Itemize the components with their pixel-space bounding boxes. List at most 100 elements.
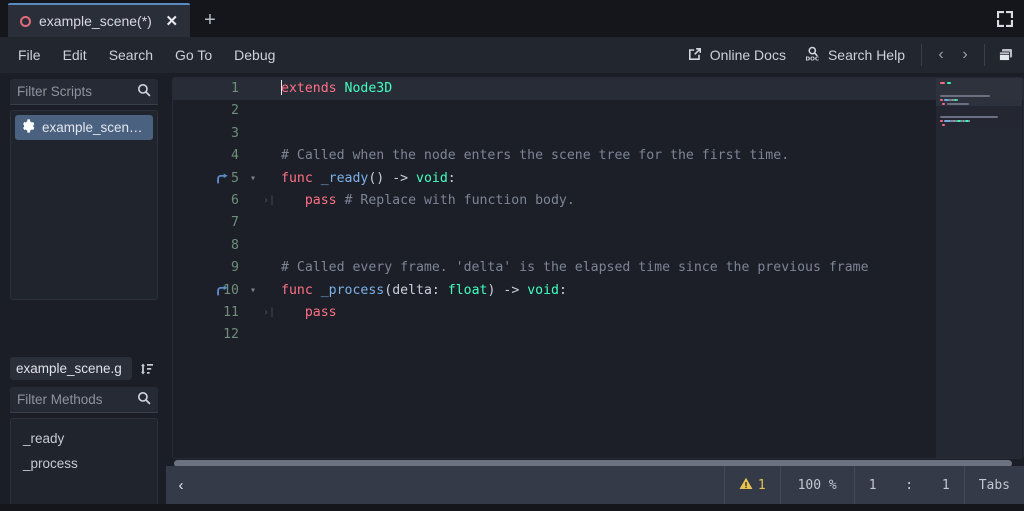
search-icon [137,83,151,100]
new-tab-button[interactable]: + [198,8,222,32]
minimap-token [940,82,945,84]
code-token: _process [321,283,385,298]
code-line[interactable]: 6›| pass # Replace with function body. [173,190,1023,212]
code-editor[interactable]: 1extends Node3D234 # Called when the node… [172,77,1024,459]
fullscreen-expand-icon[interactable] [994,8,1016,30]
minimap-token [944,120,950,122]
code-token: delta [392,283,432,298]
status-bar: ‹ 1 100 % 1 : 1 Tabs [166,466,1024,504]
line-number: 2 [173,100,245,122]
bottom-edge-strip [0,504,1024,511]
line-number: 4 [173,145,245,167]
caret-line: 1 [869,478,877,493]
line-number: 11 [173,302,245,324]
code-token: # Called when the node enters the scene … [281,148,789,163]
script-tab-example-scene[interactable]: example_scene(*) ✕ [8,3,190,37]
menu-search[interactable]: Search [99,43,163,67]
line-number: 9 [173,257,245,279]
minimap-token [942,124,945,126]
code-token [281,305,305,320]
minimap-token [940,120,943,122]
code-line[interactable]: 12 [173,324,1023,346]
code-token: () [368,171,384,186]
status-back-button[interactable]: ‹ [166,477,196,494]
code-token: : [559,283,567,298]
code-token: # Replace with function body. [345,193,575,208]
tab-label: example_scene(*) [39,13,152,29]
fold-chevron-icon[interactable]: ▾ [245,286,261,296]
line-number: 10 [173,280,245,302]
code-line[interactable]: 5▾ func _ready() -> void: [173,168,1023,190]
code-text: # Called when the node enters the scene … [277,145,789,167]
toggle-panels-icon[interactable] [992,42,1018,68]
toolbar-divider-1 [921,44,922,66]
code-token: pass [305,193,337,208]
indentation-mode[interactable]: Tabs [964,466,1024,504]
history-back-button[interactable]: ‹ [929,42,953,68]
code-token: extends [281,81,337,96]
menu-file[interactable]: File [8,43,51,67]
search-icon [137,391,151,408]
filter-methods-input[interactable]: Filter Methods [10,387,158,413]
code-line[interactable]: 4 # Called when the node enters the scene… [173,145,1023,167]
code-token: : [448,171,456,186]
code-token: func [281,171,313,186]
menu-bar: File Edit Search Go To Debug Online Docs [0,37,1024,73]
minimap-token [947,103,970,105]
sort-icon[interactable] [136,358,158,380]
script-list-item-example-scene[interactable]: example_scen… [15,115,153,140]
connection-arrow-icon[interactable] [213,280,231,302]
close-icon[interactable]: ✕ [164,13,180,29]
filter-scripts-input[interactable]: Filter Scripts [10,79,158,105]
code-line[interactable]: 10▾func _process(delta: float) -> void: [173,280,1023,302]
line-number: 3 [173,123,245,145]
code-lines[interactable]: 1extends Node3D234 # Called when the node… [173,78,1023,458]
caret-colon: : [905,478,913,493]
line-number: 6 [173,190,245,212]
code-token: ( [384,283,392,298]
search-help-button[interactable]: DOC Search Help [795,41,914,69]
minimap-token [969,120,970,122]
code-line[interactable]: 8 [173,235,1023,257]
code-token: pass [305,305,337,320]
code-text: # Called every frame. 'delta' is the ela… [277,257,869,279]
menu-go-to[interactable]: Go To [165,43,222,67]
history-forward-button[interactable]: › [953,42,977,68]
scripts-list: example_scen… [10,110,158,300]
method-list-item-ready[interactable]: _ready [15,426,153,451]
code-text: pass # Replace with function body. [277,190,575,212]
fold-chevron-icon[interactable]: ▾ [245,174,261,184]
methods-panel: example_scene.g Filter Methods [10,355,158,503]
online-docs-button[interactable]: Online Docs [678,42,795,69]
minimap-token [947,82,952,84]
connection-arrow-icon[interactable] [213,168,231,190]
code-line[interactable]: 1extends Node3D [173,78,1023,100]
caret-column: 1 [942,478,950,493]
line-number: 5 [173,168,245,190]
code-text: func _ready() -> void: [277,168,456,190]
code-minimap[interactable] [936,78,1022,458]
caret-position: 1 : 1 [854,466,964,504]
code-line[interactable]: 2 [173,100,1023,122]
warnings-indicator[interactable]: 1 [724,466,780,504]
menu-debug[interactable]: Debug [224,43,285,67]
line-number: 7 [173,212,245,234]
code-token [281,193,305,208]
warning-triangle-icon [739,477,753,494]
code-line[interactable]: 3 [173,123,1023,145]
code-text: pass [277,302,337,324]
code-line[interactable]: 9 # Called every frame. 'delta' is the el… [173,257,1023,279]
code-line[interactable]: 7 [173,212,1023,234]
code-line[interactable]: 11›| pass [173,302,1023,324]
filter-methods-placeholder: Filter Methods [17,392,137,407]
method-list-item-process[interactable]: _process [15,451,153,476]
code-token [337,193,345,208]
code-token: float [448,283,488,298]
current-file-name[interactable]: example_scene.g [10,357,132,380]
toolbar-divider-2 [984,44,985,66]
code-token [337,81,345,96]
minimap-token [957,99,958,101]
menu-edit[interactable]: Edit [53,43,97,67]
code-token: -> [495,283,527,298]
zoom-level[interactable]: 100 % [780,466,854,504]
